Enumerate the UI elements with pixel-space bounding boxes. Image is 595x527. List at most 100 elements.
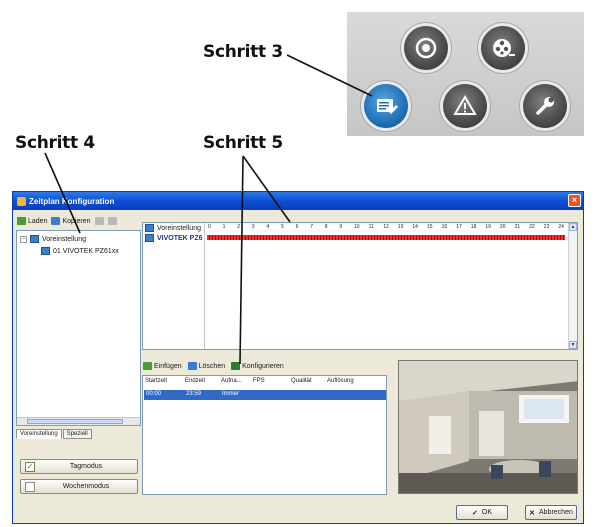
delete-icon	[187, 362, 197, 370]
toolbar-icon-panel	[347, 12, 584, 136]
week-mode-label: Wochenmodus	[62, 483, 110, 490]
calendar-icon	[145, 224, 154, 232]
configure-label: Konfigurieren	[242, 362, 284, 370]
column-header[interactable]: FPS	[253, 378, 265, 384]
preset-tree[interactable]: − Voreinstellung 01 VIVOTEK PZ61xx	[16, 230, 141, 426]
ok-button[interactable]: ✓ OK	[456, 505, 508, 520]
schedule-labels: Voreinstellung VIVOTEK PZ6	[143, 223, 205, 349]
folder-icon	[30, 235, 39, 243]
schedule-header-row: Voreinstellung	[145, 224, 201, 232]
hour-tick-label: 15	[427, 224, 433, 230]
left-toolbar: Laden Kopieren	[17, 214, 117, 228]
hour-tick-label: 20	[500, 224, 506, 230]
tree-root-label: Voreinstellung	[42, 235, 86, 243]
schedule-header-label: Voreinstellung	[157, 224, 201, 232]
paste-icon[interactable]	[94, 217, 104, 225]
schedule-config-icon[interactable]	[364, 84, 408, 128]
tab-preset[interactable]: Voreinstellung	[16, 429, 62, 439]
hour-tick-label: 24	[558, 224, 564, 230]
app-icon	[17, 196, 26, 206]
schedule-camera-label: VIVOTEK PZ6	[157, 234, 203, 242]
scroll-down-icon[interactable]: ▼	[569, 341, 577, 349]
hour-tick-label: 16	[441, 224, 448, 230]
hour-tick-label: 23	[543, 224, 550, 230]
day-mode-label: Tagmodus	[69, 463, 103, 470]
film-reel-icon[interactable]	[481, 26, 525, 70]
load-label: Laden	[28, 217, 48, 225]
day-mode-checkbox[interactable]: ✓	[25, 461, 35, 472]
tree-horizontal-scrollbar[interactable]	[17, 417, 140, 425]
tab-special[interactable]: Speziell	[62, 429, 92, 439]
clear-icon[interactable]	[107, 217, 117, 225]
hour-tick-label: 0	[208, 224, 211, 230]
copy-label: Kopieren	[62, 217, 91, 225]
cancel-button[interactable]: ✕ Abbrechen	[525, 505, 577, 520]
check-icon: ✓	[472, 509, 478, 517]
cancel-label: Abbrechen	[539, 509, 573, 516]
close-button[interactable]: ×	[568, 194, 581, 207]
load-button[interactable]: Laden	[17, 217, 47, 225]
window-title: Zeitplan Konfiguration	[29, 196, 115, 206]
hour-tick-label: 18	[470, 224, 477, 230]
hour-tick-label: 21	[514, 224, 521, 230]
schedule-timeline[interactable]: Voreinstellung VIVOTEK PZ6 0 1 2 3 4 5 6 7 8 9 10 1…	[142, 222, 578, 350]
week-mode-button[interactable]: Wochenmodus	[20, 479, 138, 494]
table-row[interactable]: 00:00 23:59 Immer	[144, 390, 386, 400]
warning-icon[interactable]	[443, 84, 487, 128]
tree-item-camera[interactable]: 01 VIVOTEK PZ61xx	[41, 247, 119, 255]
schedule-config-window: Zeitplan Konfiguration × Laden Kopieren …	[12, 191, 584, 524]
delete-button[interactable]: Löschen	[187, 362, 226, 370]
week-mode-checkbox[interactable]	[25, 481, 35, 492]
copy-button[interactable]: Kopieren	[51, 217, 91, 225]
hour-tick-label: 12	[383, 224, 389, 230]
schedule-list[interactable]: Startzeit Endzeit Aufna... FPS Qualität …	[142, 375, 387, 495]
column-header[interactable]: Auflösung	[327, 378, 354, 384]
hour-tick-label: 2	[237, 224, 240, 230]
callout-step-4: Schritt 4	[15, 133, 95, 153]
hour-tick-label: 17	[456, 224, 462, 230]
day-mode-button[interactable]: ✓ Tagmodus	[20, 459, 138, 474]
hour-tick-label: 10	[354, 224, 360, 230]
cell-end: 23:59	[186, 391, 202, 397]
hour-tick-label: 6	[295, 224, 299, 230]
column-header[interactable]: Qualität	[291, 378, 312, 384]
record-icon[interactable]	[404, 26, 448, 70]
hour-tick-label: 9	[339, 224, 343, 230]
hour-tick-label: 8	[324, 224, 328, 230]
column-header[interactable]: Aufna...	[221, 378, 242, 384]
scroll-up-icon[interactable]: ▲	[569, 223, 577, 231]
callout-step-5: Schritt 5	[203, 133, 283, 153]
collapse-icon[interactable]: −	[20, 235, 27, 243]
schedule-actions: Einfügen Löschen Konfigurieren	[143, 362, 284, 370]
ok-label: OK	[481, 509, 492, 516]
recording-bar[interactable]	[207, 235, 565, 240]
tree-root[interactable]: − Voreinstellung	[20, 235, 86, 243]
column-header[interactable]: Startzeit	[145, 378, 167, 384]
wrench-icon[interactable]	[523, 84, 567, 128]
configure-button[interactable]: Konfigurieren	[231, 362, 284, 370]
callout-step-3: Schritt 3	[203, 42, 283, 62]
insert-label: Einfügen	[154, 362, 182, 370]
hour-tick-label: 7	[310, 224, 313, 230]
load-icon	[17, 217, 26, 225]
hour-tick-label: 11	[368, 224, 374, 230]
hour-tick-label: 19	[485, 224, 491, 230]
camera-row-icon	[145, 234, 154, 242]
insert-button[interactable]: Einfügen	[143, 362, 182, 370]
hour-tick-label: 13	[397, 224, 404, 230]
hour-tick-label: 4	[266, 224, 270, 230]
column-header[interactable]: Endzeit	[185, 378, 205, 384]
cell-start: 00:00	[146, 391, 162, 397]
hour-scale: 0 1 2 3 4 5 6 7 8 9 10 11 12 13 14 15 16 17 18 19 20 21 22 23 24	[206, 223, 566, 232]
hour-tick-label: 3	[251, 224, 255, 230]
schedule-vertical-scrollbar[interactable]: ▲ ▼	[568, 223, 577, 349]
copy-icon	[51, 217, 61, 225]
camera-preview-image	[399, 361, 577, 493]
cancel-x-icon: ✕	[529, 509, 535, 517]
insert-icon	[143, 362, 152, 370]
hour-tick-label: 22	[529, 224, 535, 230]
camera-node-icon	[41, 247, 50, 255]
configure-icon	[231, 362, 241, 370]
schedule-camera-row[interactable]: VIVOTEK PZ6	[145, 234, 203, 242]
delete-label: Löschen	[198, 362, 226, 370]
